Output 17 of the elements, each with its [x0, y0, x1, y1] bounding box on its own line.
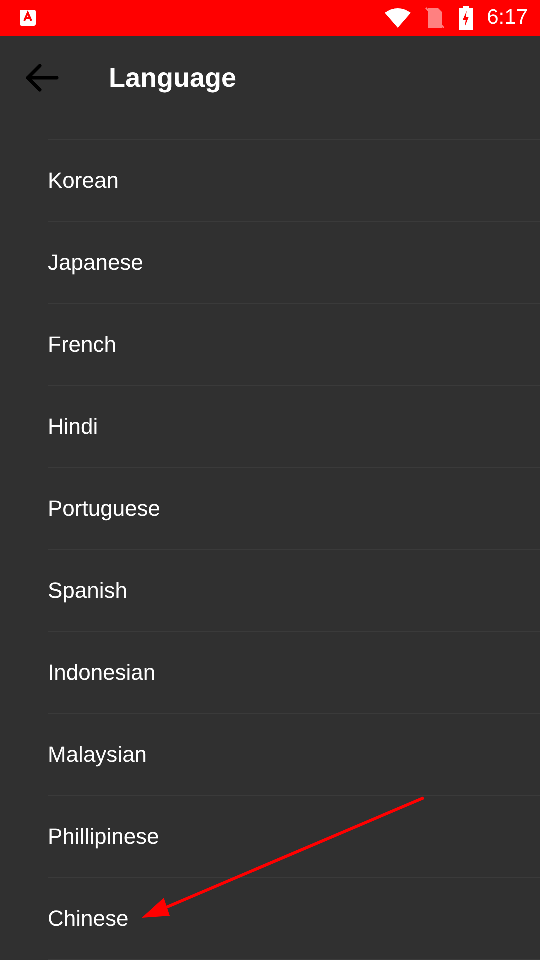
language-item[interactable]: Korean — [48, 168, 119, 194]
language-item[interactable]: Portuguese — [48, 496, 161, 522]
back-arrow-icon[interactable] — [25, 63, 59, 93]
battery-charging-icon — [459, 6, 474, 30]
page-title: Language — [109, 62, 237, 94]
language-item[interactable]: Phillipinese — [48, 824, 160, 850]
language-item[interactable]: Japanese — [48, 250, 144, 276]
language-item[interactable]: French — [48, 332, 116, 358]
language-item[interactable]: Spanish — [48, 578, 128, 604]
no-sim-icon — [425, 7, 446, 29]
app-icon — [19, 9, 37, 27]
language-item[interactable]: Hindi — [48, 414, 98, 440]
language-item[interactable]: Chinese — [48, 906, 129, 932]
language-item[interactable]: Malaysian — [48, 742, 148, 768]
wifi-icon — [385, 8, 412, 28]
language-item[interactable]: Indonesian — [48, 660, 156, 686]
clock-time: 6:17 — [487, 6, 528, 30]
